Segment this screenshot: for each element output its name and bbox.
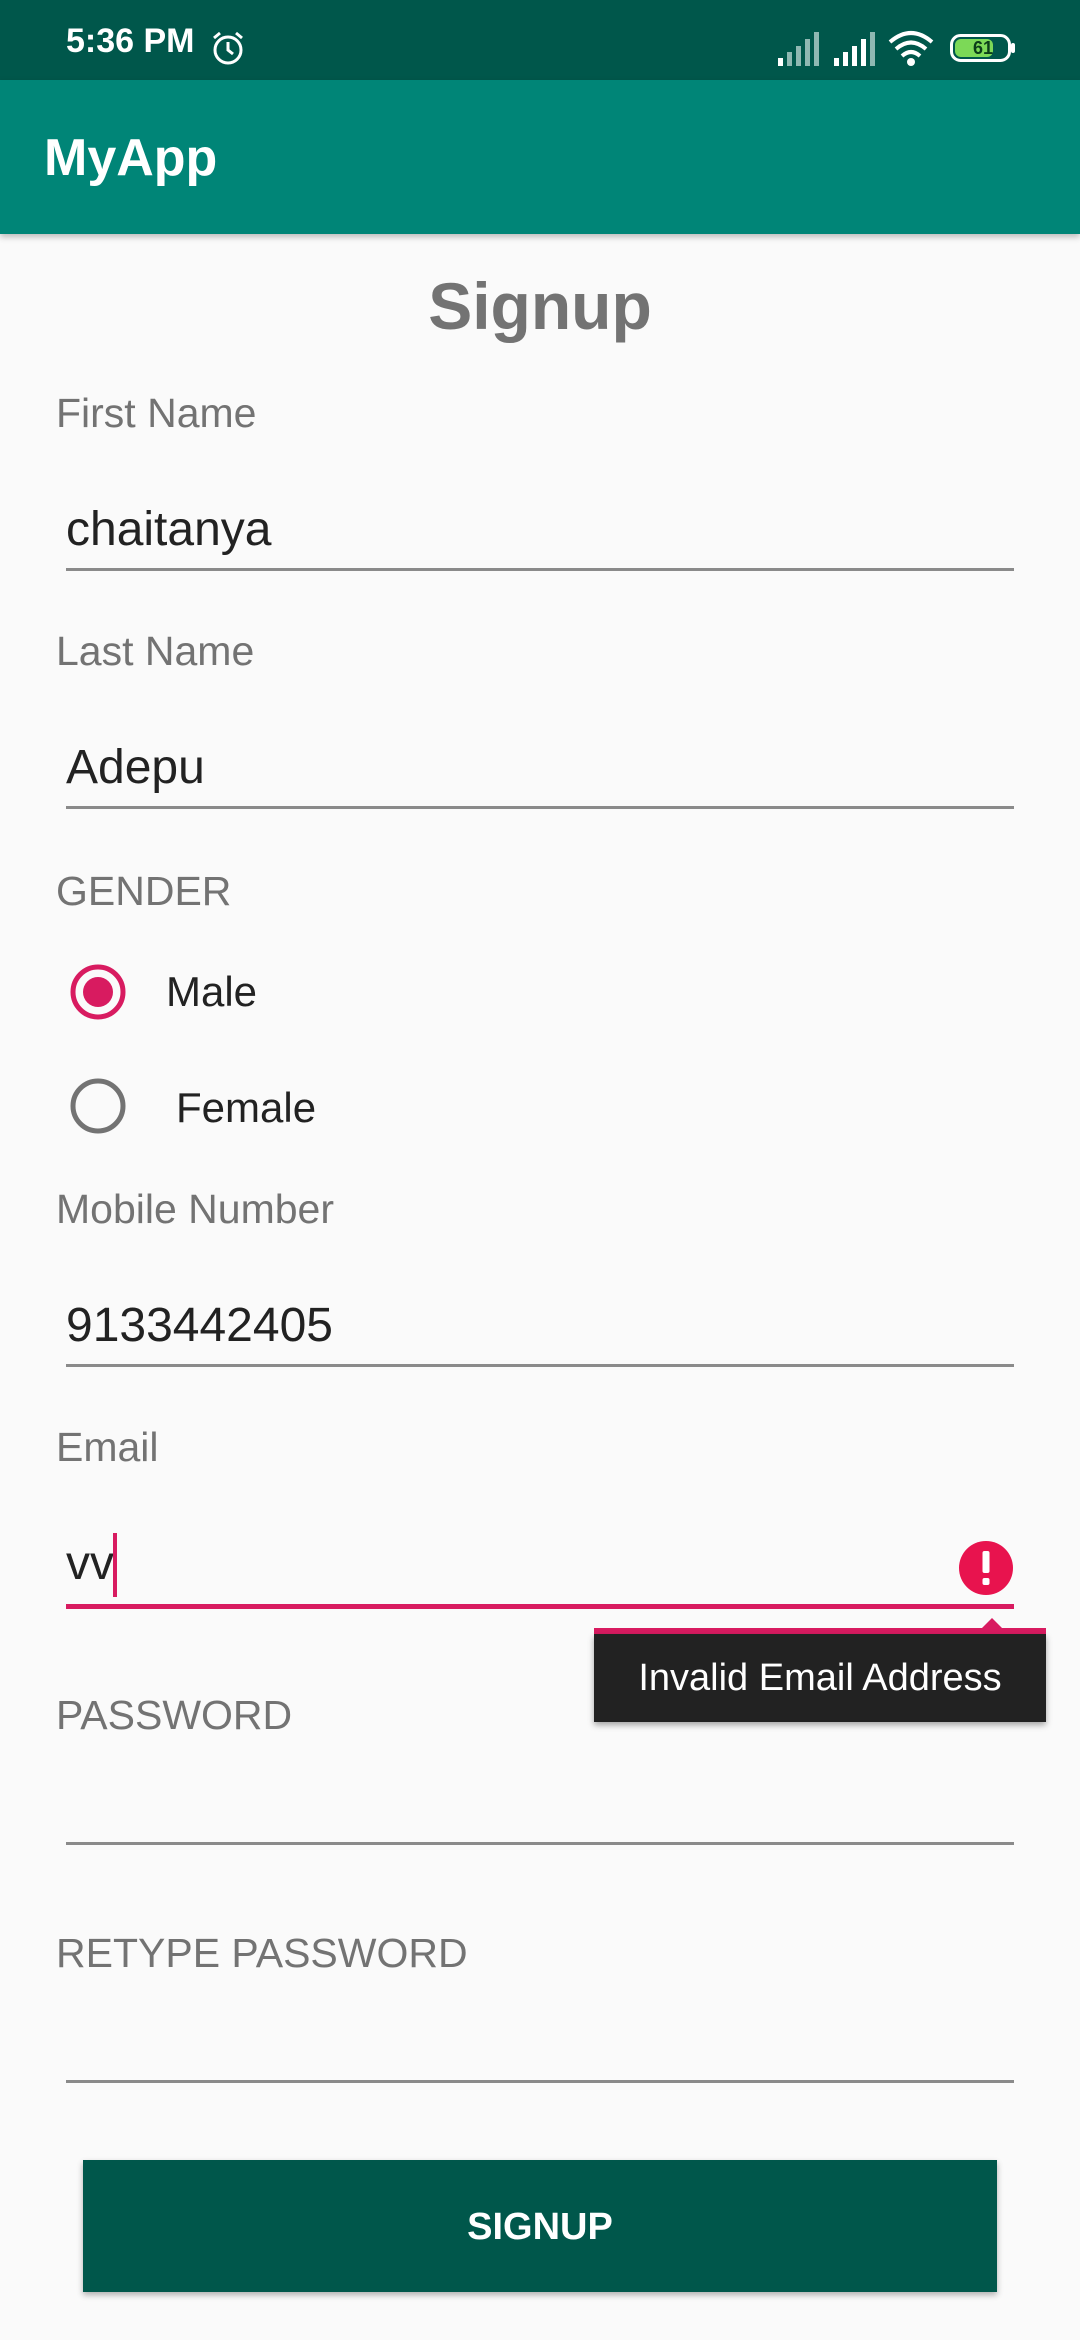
signup-button[interactable]: SIGNUP	[83, 2160, 997, 2292]
app-bar: MyApp	[0, 80, 1080, 234]
alarm-icon	[213, 31, 243, 65]
battery-level: 61	[972, 38, 994, 58]
password-label: PASSWORD	[56, 1692, 293, 1738]
email-label: Email	[56, 1424, 159, 1470]
app-title: MyApp	[44, 129, 218, 187]
page-title: Signup	[428, 269, 652, 343]
email-error-tooltip: Invalid Email Address	[594, 1634, 1046, 1722]
email-underline	[66, 1604, 1014, 1609]
first-name-input[interactable]: chaitanya	[66, 502, 271, 557]
male-radio-label[interactable]: Male	[166, 968, 257, 1016]
gender-label: GENDER	[56, 868, 232, 914]
wifi-icon	[888, 31, 934, 66]
mobile-underline	[66, 1364, 1014, 1367]
status-bar: 5:36 PM 61	[0, 0, 1080, 80]
first-name-label: First Name	[56, 390, 257, 436]
last-name-input[interactable]: Adepu	[66, 740, 205, 795]
text-cursor	[113, 1533, 117, 1597]
first-name-underline	[66, 568, 1014, 571]
male-radio[interactable]	[70, 964, 126, 1020]
status-time: 5:36 PM	[66, 22, 195, 60]
mobile-input[interactable]: 9133442405	[66, 1298, 333, 1353]
error-icon	[959, 1541, 1013, 1595]
last-name-underline	[66, 806, 1014, 809]
last-name-label: Last Name	[56, 628, 255, 674]
female-radio[interactable]	[70, 1078, 126, 1134]
female-radio-label[interactable]: Female	[176, 1084, 316, 1132]
signal-icon	[778, 32, 819, 66]
retype-password-label: RETYPE PASSWORD	[56, 1930, 468, 1976]
password-underline	[66, 1842, 1014, 1845]
email-input[interactable]: vv	[66, 1536, 114, 1591]
signal-icon	[834, 32, 875, 66]
mobile-label: Mobile Number	[56, 1186, 334, 1232]
retype-password-underline	[66, 2080, 1014, 2083]
